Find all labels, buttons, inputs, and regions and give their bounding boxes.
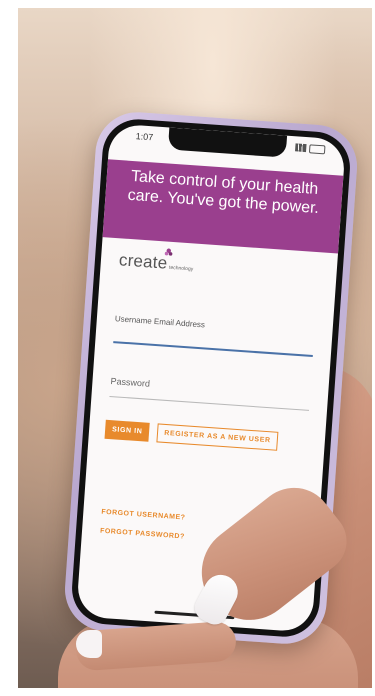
banner-text: Take control of your health care. You've… <box>127 167 320 218</box>
battery-icon <box>308 144 326 155</box>
username-underline <box>113 341 313 358</box>
logo-flower-icon <box>164 248 173 256</box>
header-banner: Take control of your health care. You've… <box>102 159 344 254</box>
password-field[interactable]: Password <box>109 376 310 411</box>
register-button[interactable]: REGISTER AS A NEW USER <box>156 423 279 451</box>
status-icons <box>295 143 326 155</box>
signal-icon <box>295 143 307 153</box>
create-logo: create technology <box>118 248 194 275</box>
username-label: Username Email Address <box>114 314 206 330</box>
password-underline <box>109 395 310 411</box>
logo-word: create <box>118 250 169 273</box>
forgot-password-link[interactable]: FORGOT PASSWORD? <box>100 528 185 541</box>
forgot-username-link[interactable]: FORGOT USERNAME? <box>101 509 186 522</box>
auth-buttons: SIGN IN REGISTER AS A NEW USER <box>104 419 312 453</box>
index-fingernail <box>76 630 102 658</box>
username-field[interactable]: Username Email Address <box>113 314 315 358</box>
sign-in-button[interactable]: SIGN IN <box>104 419 150 442</box>
photo-scene: 1:07 Take control of your health care. Y… <box>18 8 372 688</box>
status-time: 1:07 <box>135 131 154 143</box>
password-label: Password <box>110 376 151 389</box>
phone-notch <box>167 127 288 158</box>
logo-subtext: technology <box>168 264 194 273</box>
